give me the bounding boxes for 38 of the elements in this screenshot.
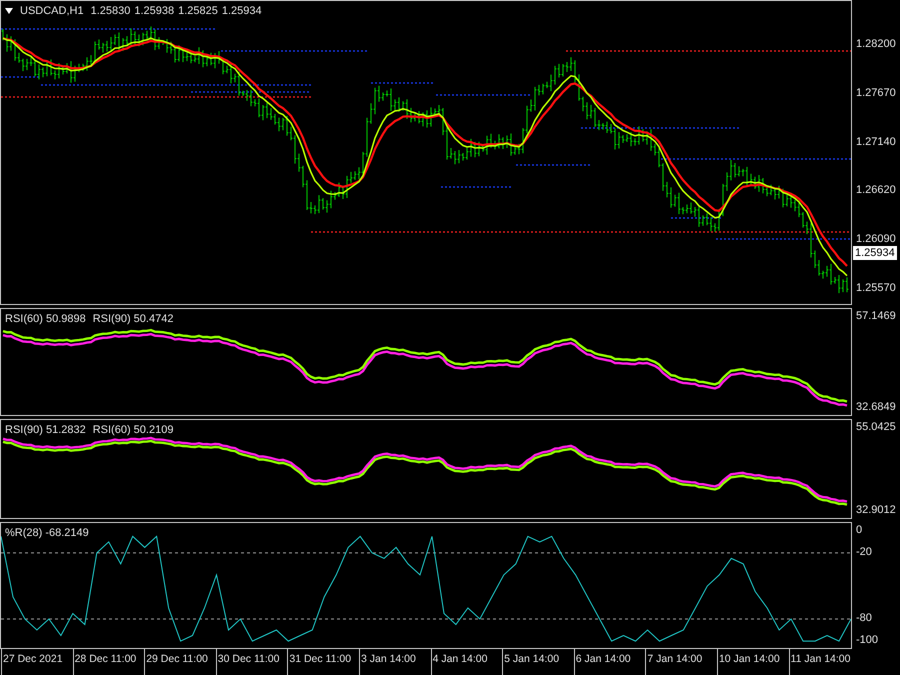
current-price-label: 1.25934 [853, 246, 897, 260]
indicator-reading: RSI(60) 50.9898 [5, 312, 86, 327]
axis-label: 55.0425 [856, 421, 896, 434]
price-value: 1.25830 [90, 4, 130, 19]
time-label: 31 Dec 11:00 [287, 649, 359, 675]
time-label: 10 Jan 14:00 [716, 649, 789, 675]
axis-label: 1.27670 [856, 86, 896, 100]
time-label: 6 Jan 14:00 [574, 649, 646, 675]
time-label: 30 Dec 11:00 [216, 649, 288, 675]
time-label: 5 Jan 14:00 [502, 649, 574, 675]
dropdown-triangle-icon[interactable] [5, 8, 13, 14]
price-value: 1.25938 [134, 4, 174, 19]
indicator-reading: RSI(60) 50.2109 [92, 423, 174, 438]
indicator-reading: RSI(90) 51.2832 [5, 423, 86, 438]
axis-label: 1.26620 [856, 184, 896, 198]
axis-label: 1.25570 [856, 282, 896, 295]
price-value: 1.25934 [222, 4, 262, 19]
axis-label: -100 [856, 634, 878, 648]
axis-label: 57.1469 [856, 310, 896, 323]
axis-label: 1.27140 [856, 136, 896, 149]
axis-label: 1.28200 [856, 38, 896, 51]
axis-label: 32.6849 [856, 401, 896, 414]
axis-label: -20 [856, 546, 872, 559]
time-label: 7 Jan 14:00 [645, 649, 717, 675]
indicator-reading: RSI(90) 50.4742 [92, 312, 174, 327]
time-label: 28 Dec 11:00 [72, 649, 144, 675]
chart-symbol: USDCAD,H1 [20, 4, 84, 19]
time-label: 27 Dec 2021 [1, 649, 73, 675]
axis-label: 0 [856, 524, 862, 537]
axis-label: -80 [856, 612, 872, 626]
time-label: 4 Jan 14:00 [430, 649, 502, 675]
indicator-reading: %R(28) -68.2149 [5, 526, 89, 541]
time-label: 11 Jan 14:00 [788, 649, 860, 675]
time-label: 29 Dec 11:00 [144, 649, 216, 675]
axis-label: 32.9012 [856, 504, 896, 517]
axis-label: 1.26090 [856, 233, 896, 246]
time-label: 3 Jan 14:00 [358, 649, 431, 675]
price-value: 1.25825 [178, 4, 218, 19]
